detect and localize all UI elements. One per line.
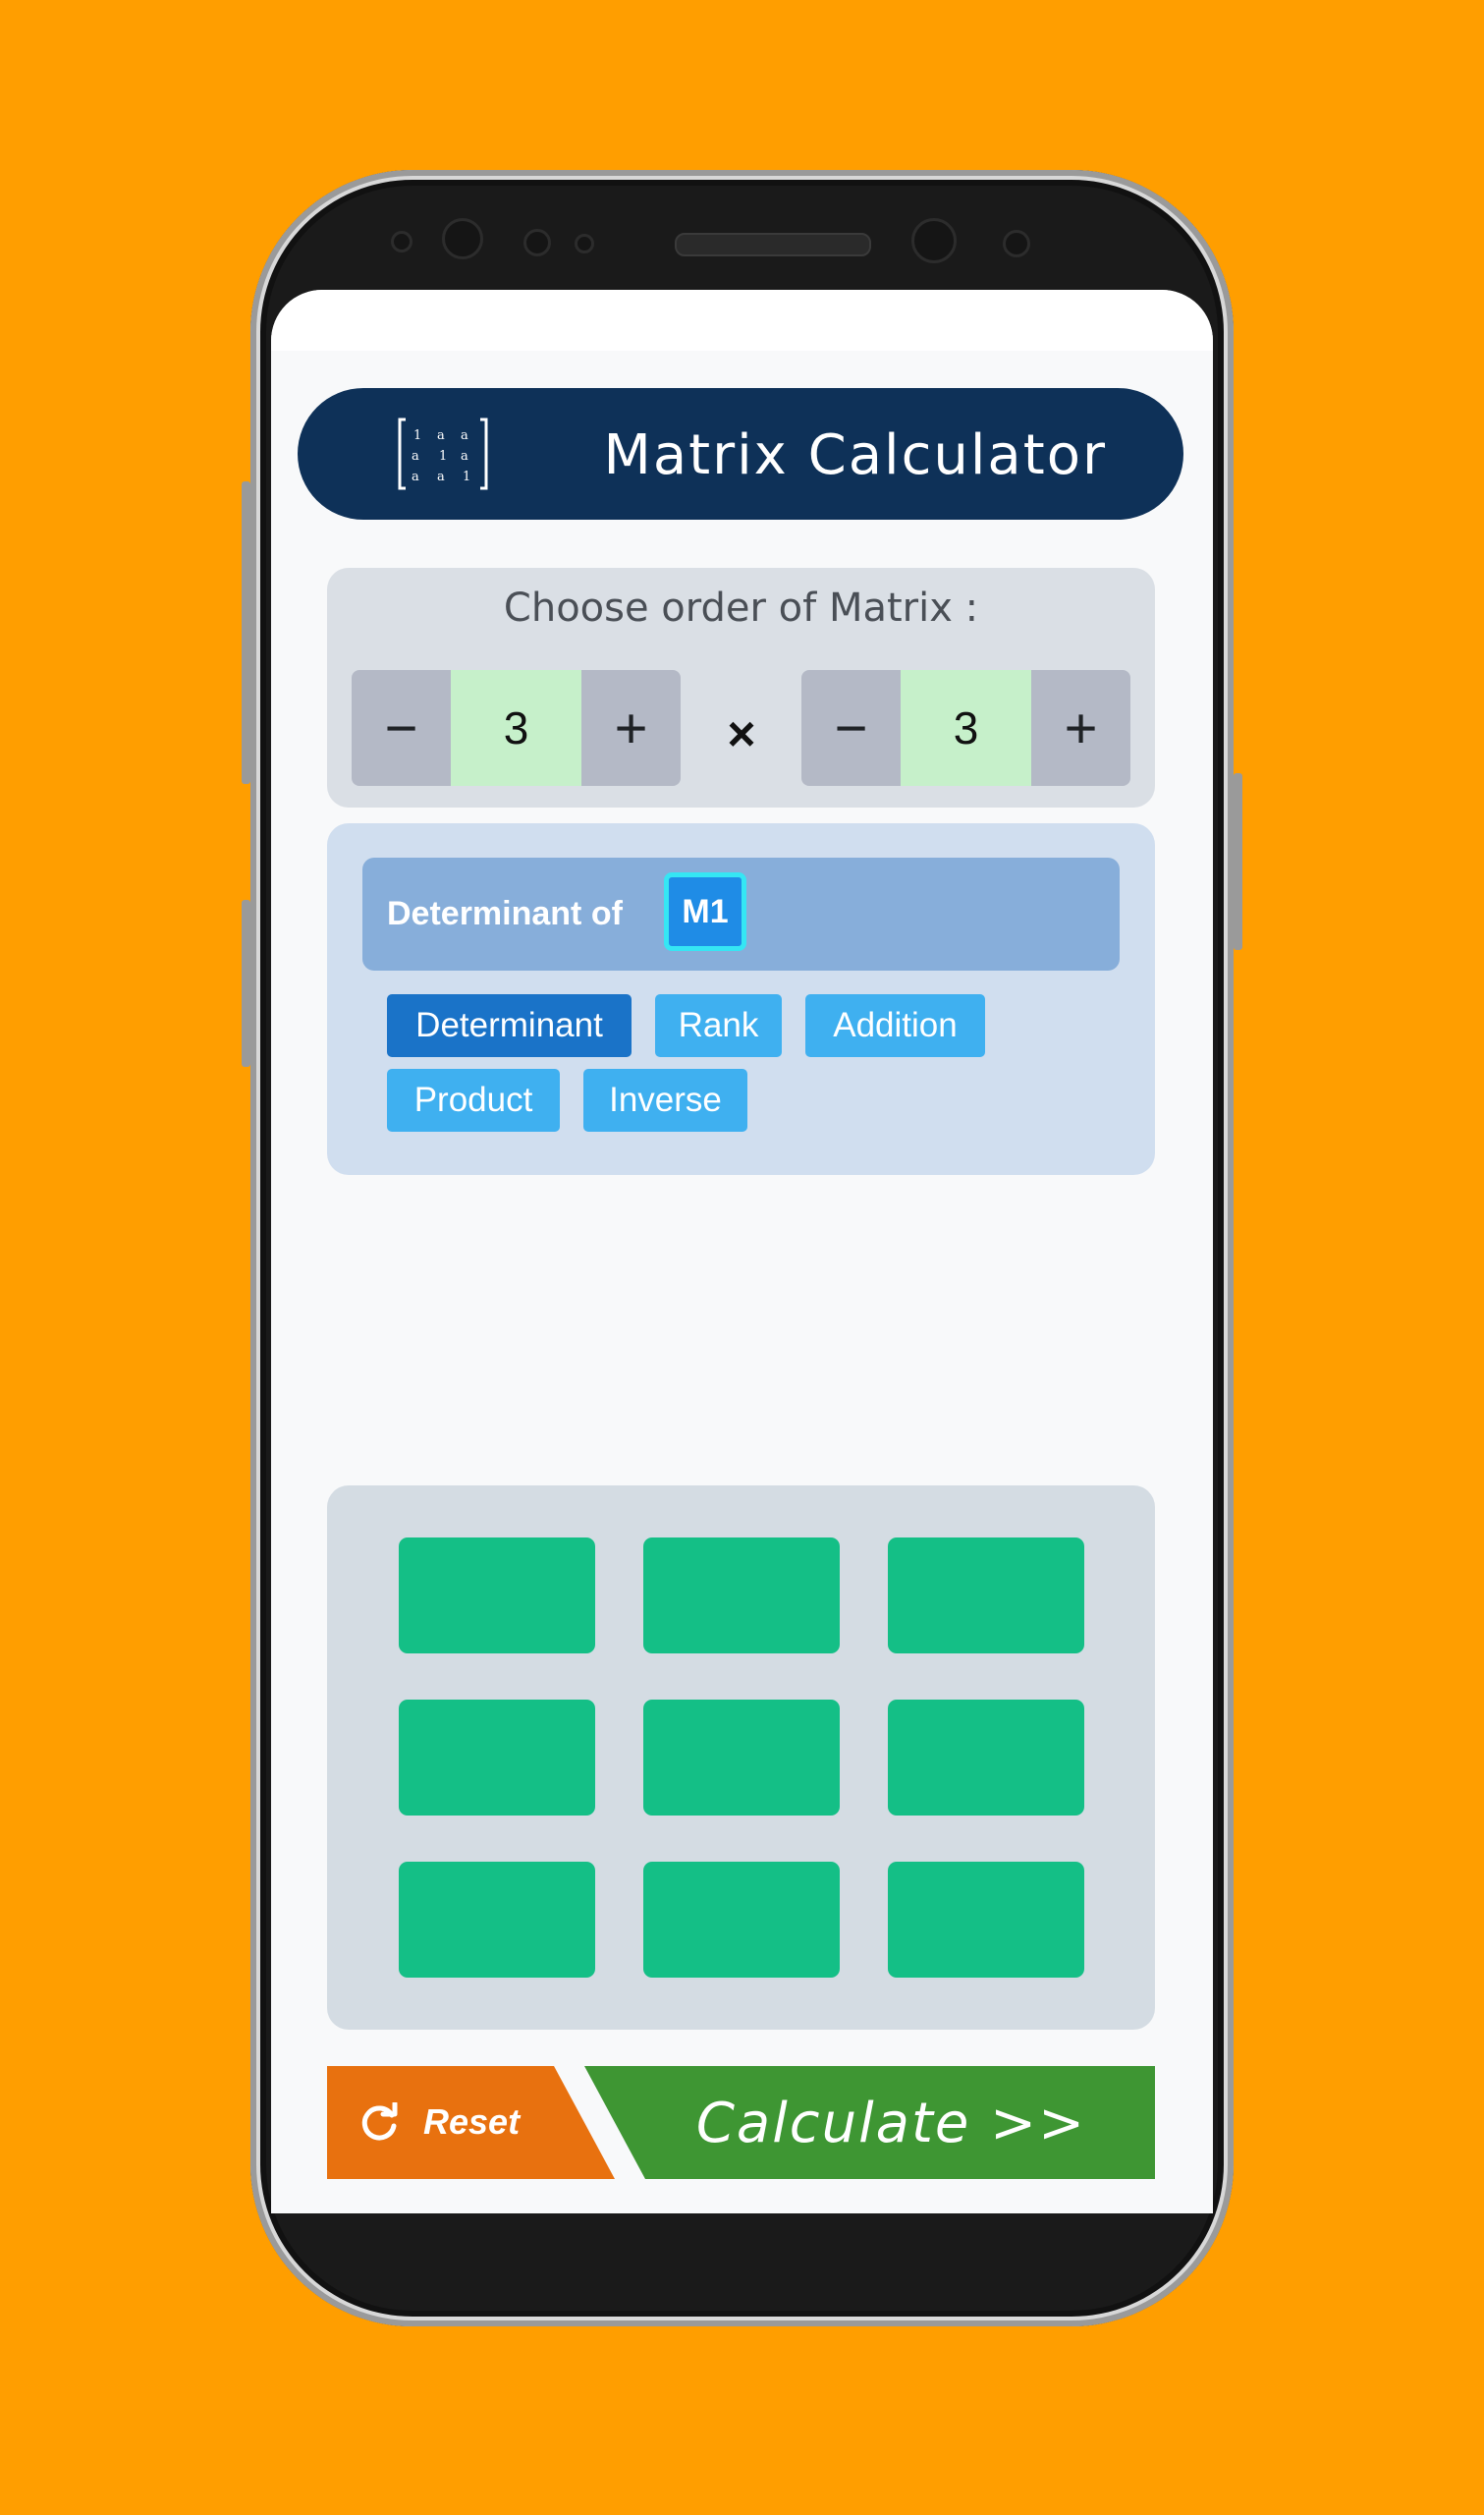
- phone-side-button: [242, 900, 250, 1067]
- order-label: Choose order of Matrix :: [503, 586, 979, 631]
- matrix-cell-1-2[interactable]: [643, 1537, 840, 1653]
- status-bar: [271, 290, 1213, 351]
- matrix-cell-3-2[interactable]: [643, 1862, 840, 1978]
- rows-increment-button[interactable]: +: [581, 670, 681, 786]
- svg-text:a: a: [437, 428, 445, 443]
- phone-sensor: [1003, 230, 1030, 257]
- matrix-cell-1-3[interactable]: [888, 1537, 1084, 1653]
- matrix-cell-3-1[interactable]: [399, 1862, 595, 1978]
- svg-text:a: a: [437, 470, 445, 484]
- phone-side-button: [242, 481, 250, 784]
- svg-text:a: a: [412, 470, 419, 484]
- svg-text:1: 1: [463, 470, 470, 484]
- matrix-cell-2-2[interactable]: [643, 1700, 840, 1816]
- cols-increment-button[interactable]: +: [1031, 670, 1130, 786]
- matrix-cell-3-3[interactable]: [888, 1862, 1084, 1978]
- reset-label: Reset: [423, 2101, 521, 2142]
- chip-determinant[interactable]: Determinant: [387, 994, 632, 1057]
- phone-speaker: [675, 233, 871, 256]
- operation-panel: Determinant of M1 Determinant Rank Addit…: [327, 823, 1155, 1175]
- cols-stepper: − 3 +: [801, 670, 1130, 786]
- phone-sensor: [523, 229, 551, 256]
- matrix-select-m1[interactable]: M1: [664, 872, 746, 951]
- matrix-cell-1-1[interactable]: [399, 1537, 595, 1653]
- cols-value: 3: [901, 670, 1031, 786]
- rows-stepper: − 3 +: [352, 670, 681, 786]
- operation-bar: Determinant of M1: [362, 858, 1120, 971]
- refresh-icon: [361, 2102, 398, 2141]
- svg-text:1: 1: [439, 449, 447, 464]
- phone-sensor: [575, 234, 594, 253]
- svg-text:a: a: [461, 449, 468, 464]
- calculate-button[interactable]: Calculate >>: [584, 2066, 1155, 2179]
- matrix-order-panel: Choose order of Matrix : − 3 + × − 3 +: [327, 568, 1155, 808]
- times-sign: ×: [727, 706, 756, 761]
- chip-inverse[interactable]: Inverse: [583, 1069, 747, 1132]
- matrix-input-grid: [327, 1485, 1155, 2030]
- app-header: 1aa a1a aa1 Matrix Calculator: [298, 388, 1183, 520]
- phone-sensor: [442, 218, 483, 259]
- reset-button[interactable]: Reset: [327, 2066, 615, 2179]
- svg-text:a: a: [412, 449, 419, 464]
- chip-rank[interactable]: Rank: [655, 994, 782, 1057]
- rows-decrement-button[interactable]: −: [352, 670, 451, 786]
- matrix-cell-2-3[interactable]: [888, 1700, 1084, 1816]
- app-screen: 1aa a1a aa1 Matrix Calculator Choose ord…: [271, 290, 1213, 2213]
- operation-label: Determinant of: [387, 895, 623, 932]
- app-title: Matrix Calculator: [603, 423, 1107, 487]
- calculate-label: Calculate >>: [695, 2092, 1086, 2155]
- rows-value: 3: [451, 670, 581, 786]
- svg-text:a: a: [461, 428, 468, 443]
- phone-side-button: [1234, 773, 1242, 950]
- cols-decrement-button[interactable]: −: [801, 670, 901, 786]
- chip-product[interactable]: Product: [387, 1069, 560, 1132]
- svg-text:1: 1: [413, 428, 421, 443]
- phone-sensor: [391, 231, 412, 252]
- chip-addition[interactable]: Addition: [805, 994, 985, 1057]
- matrix-cell-2-1[interactable]: [399, 1700, 595, 1816]
- matrix-icon: 1aa a1a aa1: [398, 418, 488, 490]
- front-camera: [911, 218, 957, 263]
